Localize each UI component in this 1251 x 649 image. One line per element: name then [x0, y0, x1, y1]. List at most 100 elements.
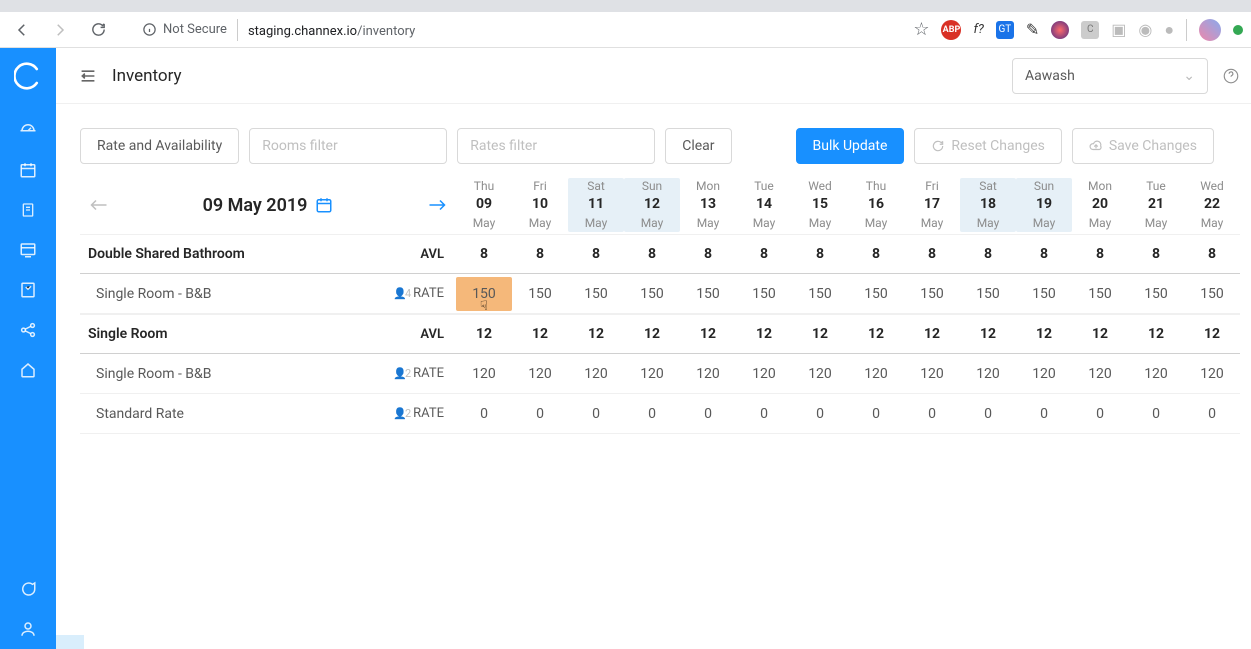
profile-avatar[interactable] [1199, 19, 1221, 41]
rate-cell[interactable]: 0 [1128, 406, 1184, 422]
availability-cell[interactable]: 8 [1184, 246, 1240, 262]
nav-inventory[interactable] [0, 230, 56, 270]
rate-cell[interactable]: 0 [1184, 406, 1240, 422]
rate-availability-button[interactable]: Rate and Availability [80, 128, 239, 164]
rooms-filter-input[interactable] [249, 128, 447, 164]
rate-cell[interactable]: 0 [680, 406, 736, 422]
rate-cell[interactable]: 0 [512, 406, 568, 422]
ext-generic-3-icon[interactable]: ● [1164, 20, 1174, 40]
rate-cell[interactable]: 150 [904, 286, 960, 302]
date-next-button[interactable] [418, 198, 456, 212]
availability-cell[interactable]: 8 [624, 246, 680, 262]
ext-generic-1-icon[interactable]: ▣ [1111, 20, 1126, 39]
rate-cell[interactable]: 120 [512, 366, 568, 382]
rate-cell[interactable]: 150☟ [456, 277, 512, 311]
date-picker[interactable]: 09 May 2019 [118, 195, 418, 216]
rate-cell[interactable]: 120 [736, 366, 792, 382]
rate-cell[interactable]: 120 [456, 366, 512, 382]
rate-cell[interactable]: 150 [1184, 286, 1240, 302]
availability-cell[interactable]: 12 [904, 326, 960, 342]
rate-cell[interactable]: 120 [1016, 366, 1072, 382]
rate-cell[interactable]: 120 [960, 366, 1016, 382]
availability-cell[interactable]: 8 [1128, 246, 1184, 262]
date-prev-button[interactable] [80, 198, 118, 212]
rate-cell[interactable]: 120 [624, 366, 680, 382]
save-changes-button[interactable]: Save Changes [1072, 128, 1214, 164]
rate-cell[interactable]: 150 [960, 286, 1016, 302]
rate-cell[interactable]: 0 [568, 406, 624, 422]
availability-cell[interactable]: 12 [960, 326, 1016, 342]
rate-cell[interactable]: 0 [792, 406, 848, 422]
reset-changes-button[interactable]: Reset Changes [914, 128, 1061, 164]
ext-c-icon[interactable]: C [1081, 21, 1099, 39]
reload-button[interactable] [84, 16, 112, 44]
nav-dashboard[interactable] [0, 110, 56, 150]
availability-cell[interactable]: 8 [512, 246, 568, 262]
rate-cell[interactable]: 150 [680, 286, 736, 302]
rate-cell[interactable]: 0 [456, 406, 512, 422]
availability-cell[interactable]: 12 [680, 326, 736, 342]
ext-adblock-icon[interactable]: ABP [941, 20, 961, 40]
availability-cell[interactable]: 8 [568, 246, 624, 262]
availability-cell[interactable]: 12 [736, 326, 792, 342]
nav-bookings[interactable] [0, 190, 56, 230]
rate-cell[interactable]: 120 [568, 366, 624, 382]
nav-share[interactable] [0, 310, 56, 350]
rate-cell[interactable]: 150 [736, 286, 792, 302]
address-bar[interactable]: staging.channex.io/inventory [248, 20, 415, 39]
rate-cell[interactable]: 0 [1016, 406, 1072, 422]
availability-cell[interactable]: 12 [1128, 326, 1184, 342]
bulk-update-button[interactable]: Bulk Update [796, 128, 905, 164]
availability-cell[interactable]: 8 [1072, 246, 1128, 262]
help-icon[interactable] [1222, 67, 1240, 85]
bookmark-star-icon[interactable]: ☆ [913, 19, 929, 40]
nav-channels[interactable] [0, 270, 56, 310]
rate-cell[interactable]: 120 [848, 366, 904, 382]
nav-user[interactable] [0, 609, 56, 649]
security-indicator[interactable]: Not Secure [142, 22, 227, 37]
rate-cell[interactable]: 150 [1128, 286, 1184, 302]
availability-cell[interactable]: 12 [512, 326, 568, 342]
collapse-sidebar-icon[interactable] [80, 69, 96, 83]
rate-cell[interactable]: 120 [792, 366, 848, 382]
availability-cell[interactable]: 12 [848, 326, 904, 342]
rate-cell[interactable]: 120 [1072, 366, 1128, 382]
availability-cell[interactable]: 12 [1184, 326, 1240, 342]
rate-cell[interactable]: 150 [624, 286, 680, 302]
rate-cell[interactable]: 150 [568, 286, 624, 302]
nav-calendar[interactable] [0, 150, 56, 190]
availability-cell[interactable]: 12 [568, 326, 624, 342]
rate-cell[interactable]: 0 [736, 406, 792, 422]
availability-cell[interactable]: 12 [1016, 326, 1072, 342]
ext-notes-icon[interactable]: ✎ [1026, 20, 1039, 39]
availability-cell[interactable]: 12 [456, 326, 512, 342]
availability-cell[interactable]: 8 [1016, 246, 1072, 262]
forward-button[interactable] [46, 16, 74, 44]
availability-cell[interactable]: 8 [960, 246, 1016, 262]
availability-cell[interactable]: 8 [792, 246, 848, 262]
rate-cell[interactable]: 0 [1072, 406, 1128, 422]
rate-cell[interactable]: 0 [624, 406, 680, 422]
rate-cell[interactable]: 0 [848, 406, 904, 422]
availability-cell[interactable]: 8 [736, 246, 792, 262]
availability-cell[interactable]: 12 [792, 326, 848, 342]
property-select[interactable]: Aawash ⌄ [1012, 58, 1208, 94]
rate-cell[interactable]: 150 [1072, 286, 1128, 302]
rate-cell[interactable]: 150 [1016, 286, 1072, 302]
availability-cell[interactable]: 12 [1072, 326, 1128, 342]
nav-properties[interactable] [0, 350, 56, 390]
rate-cell[interactable]: 150 [792, 286, 848, 302]
ext-translate-icon[interactable]: GT [996, 21, 1014, 39]
rate-cell[interactable]: 120 [680, 366, 736, 382]
availability-cell[interactable]: 8 [848, 246, 904, 262]
rates-filter-input[interactable] [457, 128, 655, 164]
ext-green-icon[interactable] [1233, 25, 1243, 35]
rate-cell[interactable]: 150 [848, 286, 904, 302]
rate-cell[interactable]: 0 [904, 406, 960, 422]
rate-cell[interactable]: 0 [960, 406, 1016, 422]
rate-cell[interactable]: 150 [512, 286, 568, 302]
availability-cell[interactable]: 8 [456, 246, 512, 262]
app-logo[interactable] [14, 62, 42, 90]
availability-cell[interactable]: 8 [904, 246, 960, 262]
availability-cell[interactable]: 8 [680, 246, 736, 262]
